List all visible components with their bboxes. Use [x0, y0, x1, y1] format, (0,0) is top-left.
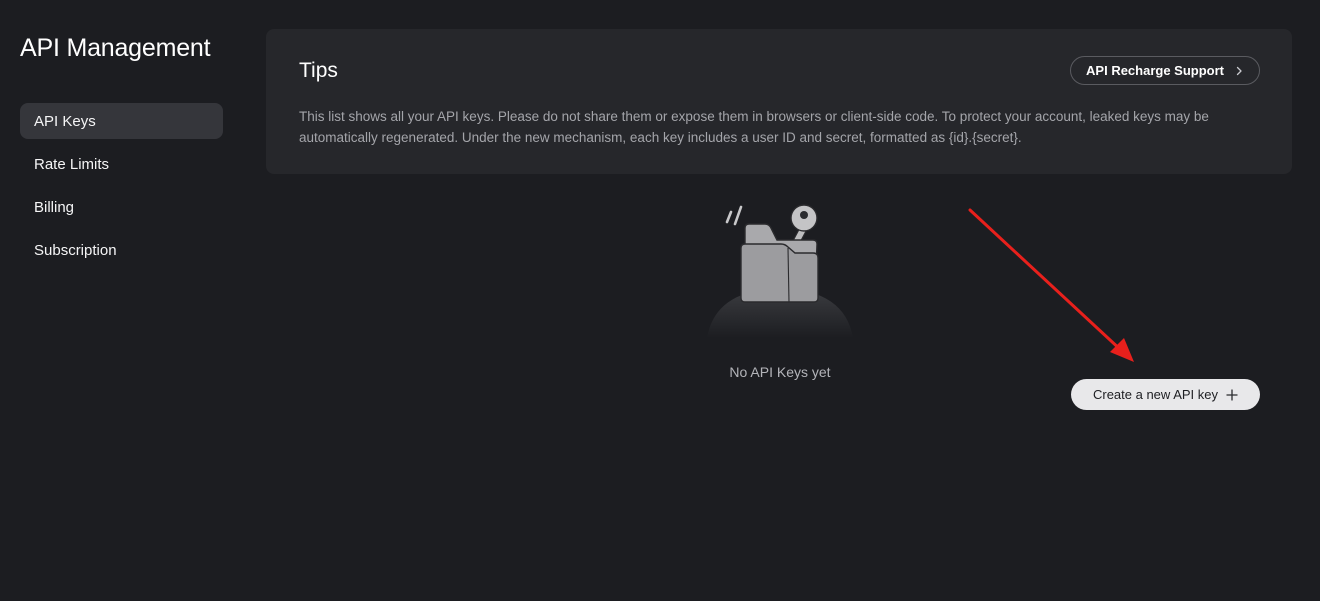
sidebar-nav: API Keys Rate Limits Billing Subscriptio…: [20, 103, 223, 275]
sidebar-title: API Management: [20, 34, 211, 62]
tips-card: Tips API Recharge Support This list show…: [266, 29, 1292, 174]
plus-icon: [1226, 388, 1238, 401]
api-recharge-support-button[interactable]: API Recharge Support: [1070, 56, 1260, 85]
empty-state-message: No API Keys yet: [729, 364, 831, 380]
tips-title: Tips: [299, 59, 338, 82]
api-recharge-support-label: API Recharge Support: [1086, 63, 1224, 78]
create-api-key-label: Create a new API key: [1092, 387, 1218, 402]
sidebar-item-api-keys[interactable]: API Keys: [20, 103, 223, 139]
sidebar-item-subscription[interactable]: Subscription: [20, 232, 223, 268]
app-window: API Management API Keys Rate Limits Bill…: [0, 0, 1320, 601]
sidebar-item-billing[interactable]: Billing: [20, 189, 223, 225]
sidebar-item-rate-limits[interactable]: Rate Limits: [20, 146, 223, 182]
chevron-right-icon: [1236, 66, 1242, 75]
create-api-key-button[interactable]: Create a new API key: [1071, 379, 1260, 410]
folder-key-icon: [707, 204, 853, 338]
empty-state: No API Keys yet: [705, 198, 855, 388]
tips-description: This list shows all your API keys. Pleas…: [299, 109, 1209, 145]
annotation-arrow-icon: [968, 208, 1134, 362]
